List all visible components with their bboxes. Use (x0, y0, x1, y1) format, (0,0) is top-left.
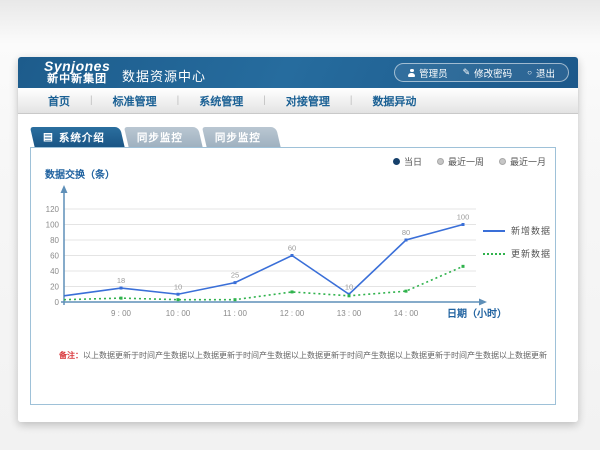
x-axis-title: 日期（小时） (447, 307, 507, 320)
y-axis-tick: 120 (46, 205, 60, 214)
y-axis-arrow (61, 185, 68, 193)
nav-separator: | (90, 95, 93, 106)
x-axis-tick: 14 : 00 (394, 309, 419, 318)
y-axis-tick: 60 (50, 252, 59, 261)
radio-label: 最近一周 (448, 155, 484, 168)
y-axis-tick: 100 (46, 221, 60, 230)
data-point-label: 60 (288, 244, 296, 253)
data-point (405, 239, 408, 242)
document-icon: ▤ (43, 132, 54, 143)
logo: Synjones 新中新集团 (44, 59, 110, 85)
tab-sync-monitor-2[interactable]: 同步监控 (202, 127, 276, 147)
tab-label: 系统介绍 (59, 130, 105, 145)
footnote-prefix: 备注： (59, 351, 83, 360)
data-point (348, 294, 351, 297)
content-area: ▤ 系统介绍 同步监控 同步监控 当日 最近一周 (18, 114, 578, 422)
y-axis-tick: 0 (55, 298, 60, 307)
data-point-label: 25 (231, 271, 239, 280)
person-icon (408, 69, 415, 77)
nav-item-data-change[interactable]: 数据异动 (366, 93, 422, 109)
y-axis-tick: 40 (50, 267, 59, 276)
change-password-button[interactable]: ✎ 修改密码 (463, 66, 513, 80)
app-window: Synjones 新中新集团 数据资源中心 管理员 ✎ 修改密码 ○ 退出 首页… (18, 57, 578, 422)
radio-dot (499, 158, 506, 165)
line-chart: 0 20 40 60 80 100 120 9 : 00 10 : 00 11 : 00 12 : … (31, 148, 557, 406)
x-axis-tick: 9 : 00 (111, 309, 132, 318)
data-point (120, 287, 123, 290)
nav-item-home[interactable]: 首页 (42, 93, 76, 109)
radio-option-last-week[interactable]: 最近一周 (437, 155, 484, 168)
user-name-button[interactable]: 管理员 (408, 66, 448, 80)
x-axis-tick: 11 : 00 (223, 309, 247, 318)
x-axis-tick: 12 : 00 (280, 309, 305, 318)
user-name-label: 管理员 (419, 66, 448, 80)
radio-option-today[interactable]: 当日 (393, 155, 422, 168)
nav-item-system-mgmt[interactable]: 系统管理 (193, 93, 249, 109)
data-point (462, 265, 465, 268)
y-axis-tick: 80 (50, 236, 59, 245)
legend-label: 更新数据 (511, 247, 551, 260)
footnote: 备注：以上数据更新于时间产生数据以上数据更新于时间产生数据以上数据更新于时间产生… (59, 350, 547, 361)
logout-button[interactable]: ○ 退出 (527, 66, 555, 80)
tab-label: 同步监控 (137, 130, 183, 145)
data-point (120, 297, 123, 300)
radio-option-last-month[interactable]: 最近一月 (499, 155, 546, 168)
data-point-label: 100 (457, 213, 470, 222)
tab-bar: ▤ 系统介绍 同步监控 同步监控 (30, 127, 280, 147)
data-point (291, 254, 294, 257)
legend-line-sample (483, 230, 505, 232)
data-point-label: 10 (345, 282, 353, 291)
radio-label: 最近一月 (510, 155, 546, 168)
nav-separator: | (350, 95, 353, 106)
x-axis-tick: 10 : 00 (166, 309, 191, 318)
edit-icon: ✎ (463, 68, 471, 77)
radio-dot (437, 158, 444, 165)
logout-label: 退出 (536, 66, 555, 80)
nav-separator: | (263, 95, 266, 106)
tab-label: 同步监控 (215, 130, 261, 145)
user-menu: 管理员 ✎ 修改密码 ○ 退出 (394, 63, 569, 82)
change-password-label: 修改密码 (474, 66, 512, 80)
nav-item-standard-mgmt[interactable]: 标准管理 (107, 93, 163, 109)
data-point (405, 290, 408, 293)
data-point (234, 281, 237, 284)
legend-label: 新增数据 (511, 224, 551, 237)
page-title: 数据资源中心 (122, 66, 206, 85)
chart-legend: 新增数据 更新数据 (483, 224, 551, 270)
data-point-label: 10 (174, 282, 182, 291)
data-point (291, 290, 294, 293)
main-nav: 首页 | 标准管理 | 系统管理 | 对接管理 | 数据异动 (18, 88, 578, 114)
radio-label: 当日 (404, 155, 422, 168)
y-axis-tick: 20 (50, 283, 59, 292)
radio-dot (393, 158, 400, 165)
nav-separator: | (177, 95, 180, 106)
data-point-label: 18 (117, 276, 125, 285)
data-point (177, 293, 180, 296)
x-axis-tick: 13 : 00 (337, 309, 362, 318)
logo-text-cn: 新中新集团 (44, 74, 110, 86)
data-point (234, 298, 237, 301)
power-icon: ○ (527, 69, 532, 77)
tab-system-intro[interactable]: ▤ 系统介绍 (30, 127, 120, 147)
legend-item-new-data[interactable]: 新增数据 (483, 224, 551, 237)
legend-line-sample (483, 253, 505, 255)
nav-item-interface-mgmt[interactable]: 对接管理 (280, 93, 336, 109)
tab-sync-monitor-1[interactable]: 同步监控 (124, 127, 198, 147)
content-panel: 当日 最近一周 最近一月 0 20 40 60 80 100 120 9 : 00 10 : 0… (30, 147, 556, 405)
data-point (462, 223, 465, 226)
header: Synjones 新中新集团 数据资源中心 管理员 ✎ 修改密码 ○ 退出 (18, 57, 578, 88)
data-point (177, 298, 180, 301)
time-filter: 当日 最近一周 最近一月 (393, 155, 546, 168)
y-axis-title: 数据交换（条） (45, 168, 115, 181)
legend-item-updated-data[interactable]: 更新数据 (483, 247, 551, 260)
x-axis-arrow (479, 299, 487, 306)
footnote-text: 以上数据更新于时间产生数据以上数据更新于时间产生数据以上数据更新于时间产生数据以… (83, 351, 547, 360)
data-point-label: 80 (402, 228, 410, 237)
logo-text-en: Synjones (44, 59, 110, 74)
